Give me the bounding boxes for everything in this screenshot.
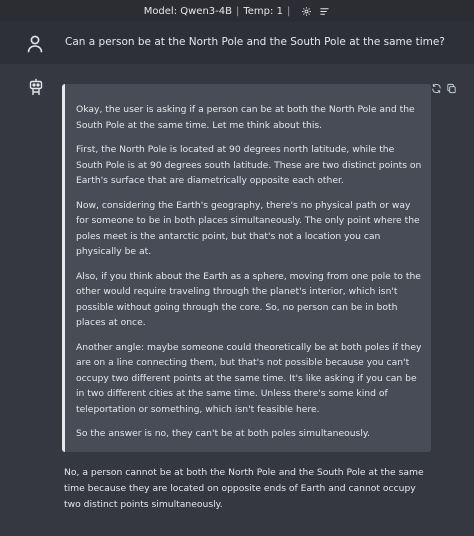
thinking-paragraph: Now, considering the Earth's geography, … [76,199,420,258]
thinking-paragraph: Also, if you think about the Earth as a … [76,270,421,329]
gear-icon[interactable] [301,6,312,17]
thinking-paragraph: Another angle: maybe someone could theor… [76,341,422,415]
topbar-separator: | [236,5,240,17]
menu-lines-icon[interactable] [319,6,330,17]
refresh-icon[interactable] [431,79,442,98]
thinking-paragraph: First, the North Pole is located at 90 d… [76,144,422,186]
temperature-label: Temp: 1 [243,5,283,17]
thinking-paragraph: So the answer is no, they can't be at bo… [76,428,370,439]
user-message-row: Can a person be at the North Pole and th… [0,22,474,64]
message-actions [431,79,457,98]
robot-icon [29,78,43,95]
topbar-divider: | [286,5,291,17]
copy-icon[interactable] [446,79,457,98]
thinking-block: Okay, the user is asking if a person can… [62,84,431,452]
thinking-paragraph: Okay, the user is asking if a person can… [76,104,415,131]
model-label: Model: Qwen3-4B [143,5,232,17]
assistant-answer-text: No, a person cannot be at both the North… [64,467,424,510]
user-message-text: Can a person be at the North Pole and th… [65,36,445,48]
top-bar: Model: Qwen3-4B | Temp: 1 | [0,0,474,22]
user-icon [27,35,43,53]
assistant-message-row: Okay, the user is asking if a person can… [0,64,474,536]
